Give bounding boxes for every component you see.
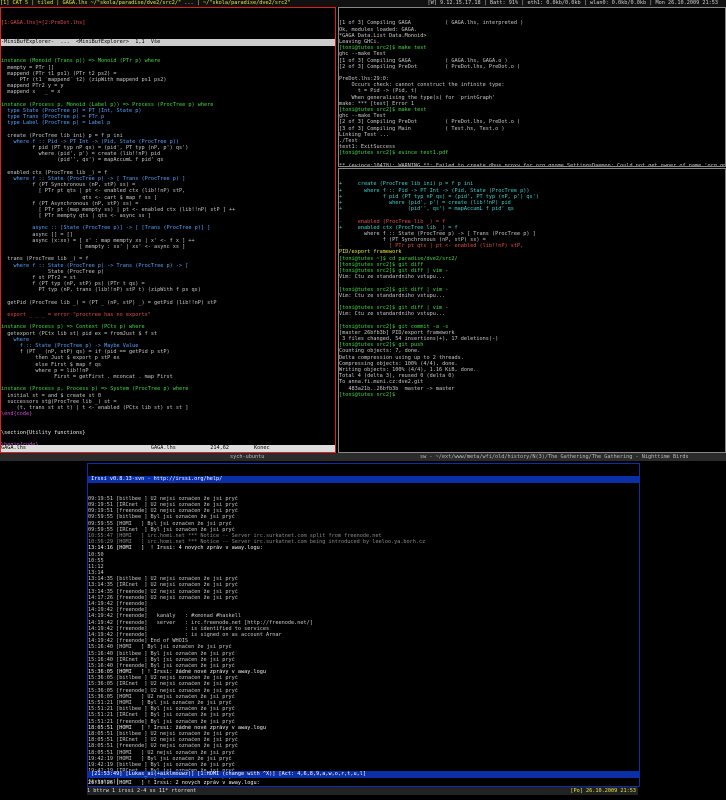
vim-status-line: GAGA.lhs GAGA.lhs 214,62 Konec: [1, 445, 335, 452]
irssi-input-line[interactable]: [(status)]: [88, 779, 639, 785]
screen-window-list[interactable]: 1 bttrw 1 irssi 2-4 ss 11* rtorrent: [87, 788, 196, 794]
irssi-pane[interactable]: Irssi v0.8.13-svn - http://irssi.org/hel…: [87, 463, 640, 787]
terminal-git-pane[interactable]: + create (ProcTree lib ini) p = f p ini +…: [338, 168, 726, 453]
irssi-status-bar: [21:53:49] [Lukas_ai(+aiklmouwz)] [1:HOM…: [88, 771, 639, 778]
window-tab-bar: sych-ubuntu sw - ~/ext/www/meta/wfi/old/…: [0, 453, 726, 461]
terminal-build-output: [1 of 3] Compiling GAGA ( GAGA.lhs, inte…: [339, 20, 725, 167]
screen-clock: [Po] 26.10.2009 21:53: [570, 788, 636, 794]
screen-bottom-bar: 1 bttrw 1 irssi 2-4 ss 11* rtorrent [Po]…: [87, 787, 638, 795]
topbar-right-text: [W] 9.12.15.17.18 | Batt: 91% | eth1: 0.…: [427, 0, 718, 6]
vim-editor-pane[interactable]: [1:GAGA.lhs]=[2:PreDot.lhs] -MiniBufExpl…: [0, 7, 336, 453]
irssi-message-log: 09:19:51 [bitlbee ] U2 nejsi označen že …: [88, 496, 639, 786]
editor-code-area[interactable]: instance (Monoid (Trans p)) => Monoid (P…: [1, 58, 335, 452]
terminal-line: ** (evince:10478): WARNING **: Failed to…: [339, 162, 725, 167]
minibuf-explorer-bar: -MiniBufExplorer- ... <MiniBufExplorer> …: [1, 39, 335, 46]
terminal-build-pane[interactable]: [1 of 3] Compiling GAGA ( GAGA.lhs, inte…: [338, 7, 726, 167]
topbar-left-text: [1] CAT 5 | tiled | GAGA.lhs ~/"skola/pa…: [0, 0, 291, 6]
terminal-git-output: + create (ProcTree lib ini) p = f p ini +…: [339, 181, 725, 398]
tab-left[interactable]: sych-ubuntu: [230, 453, 264, 461]
tab-right[interactable]: sw - ~/ext/www/meta/wfi/old/history/N(3)…: [420, 453, 689, 461]
irssi-topic-bar: Irssi v0.8.13-svn - http://irssi.org/hel…: [88, 476, 639, 484]
terminal-line: [toni@tutes src2]$: [339, 391, 399, 398]
vim-buffer-title: [1:GAGA.lhs]=[2:PreDot.lhs]: [1, 20, 86, 27]
system-top-bar: [1] CAT 5 | tiled | GAGA.lhs ~/"skola/pa…: [0, 0, 726, 7]
